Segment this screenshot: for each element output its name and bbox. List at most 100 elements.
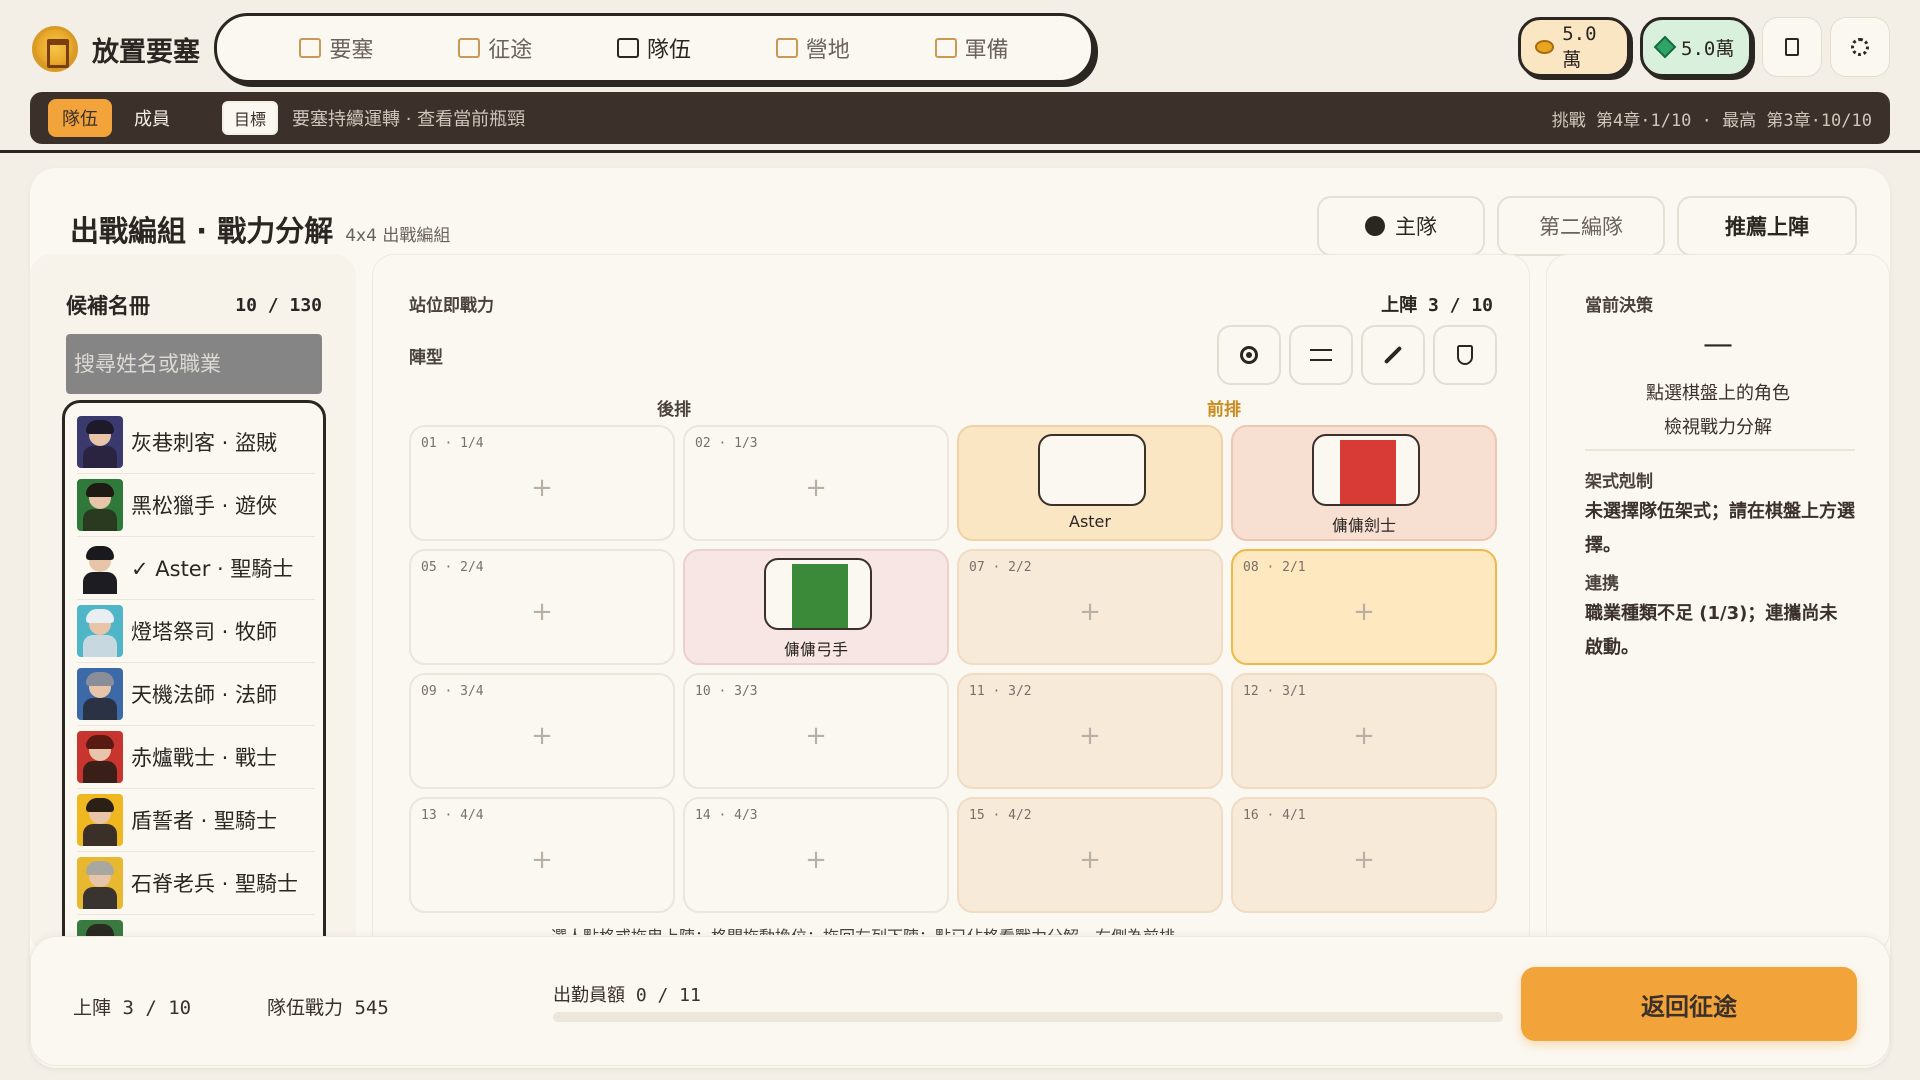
stance-wind-button[interactable] <box>1289 325 1353 385</box>
candidate-list[interactable]: 灰巷刺客 · 盜賊黑松獵手 · 遊俠 ✓ Aster · 聖騎士 燈塔祭司 · 牧師… <box>62 400 326 960</box>
unit-portrait <box>1038 434 1146 506</box>
candidate-item[interactable]: 黑松獵手 · 遊俠 <box>77 474 315 537</box>
settings-button[interactable] <box>1830 17 1890 77</box>
cell-id: 11 · 3/2 <box>969 684 1032 699</box>
formation-cell[interactable]: 13 · 4/4 + <box>409 797 675 913</box>
decision-panel: 當前決策 — 點選棋盤上的角色 檢視戰力分解 架式剋制 未選擇隊伍架式；請在棋盤… <box>1546 254 1890 954</box>
formation-cell[interactable]: 10 · 3/3 + <box>683 673 949 789</box>
team-power: 隊伍戰力 545 <box>267 997 389 1019</box>
add-icon: + <box>531 721 553 751</box>
gold-resource[interactable]: 5.0萬 <box>1518 17 1630 77</box>
candidate-name: ✓ Aster · 聖騎士 <box>131 557 294 581</box>
candidate-name: 黑松獵手 · 遊俠 <box>131 494 278 518</box>
formation-cell[interactable]: 07 · 2/2 + <box>957 549 1223 665</box>
counter-label: 架式剋制 <box>1585 472 1653 492</box>
codex-button[interactable] <box>1762 17 1822 77</box>
candidate-item[interactable]: 天機法師 · 法師 <box>77 663 315 726</box>
formation-board-panel: 站位即戰力 上陣 3 / 10 陣型 後排 前排 01 · 1/4 +02 · 1… <box>372 254 1530 954</box>
nav-item-camp[interactable]: 營地 <box>775 32 850 64</box>
candidate-item[interactable]: 燈塔祭司 · 牧師 <box>77 600 315 663</box>
main-nav: 要塞 征途 隊伍 營地 軍備 <box>214 13 1094 83</box>
tab-team[interactable]: 隊伍 <box>48 99 112 137</box>
cell-id: 09 · 3/4 <box>421 684 484 699</box>
divider <box>0 150 1920 153</box>
formation-cell[interactable]: 05 · 2/4 + <box>409 549 675 665</box>
add-icon: + <box>805 473 827 503</box>
cell-id: 14 · 4/3 <box>695 808 758 823</box>
formation-cell[interactable]: 11 · 3/2 + <box>957 673 1223 789</box>
decision-hint-2: 檢視戰力分解 <box>1664 417 1772 438</box>
avatar <box>77 605 123 657</box>
nav-item-team[interactable]: 隊伍 <box>616 32 691 64</box>
formation-cell[interactable]: 傭傭弓手 <box>683 549 949 665</box>
formation-cell[interactable]: 12 · 3/1 + <box>1231 673 1497 789</box>
formation-cell[interactable]: Aster <box>957 425 1223 541</box>
nav-item-armory[interactable]: 軍備 <box>934 32 1009 64</box>
stance-sword-button[interactable] <box>1361 325 1425 385</box>
recommend-deploy-button[interactable]: 推薦上陣 <box>1677 196 1857 256</box>
cell-id: 07 · 2/2 <box>969 560 1032 575</box>
main-team-button[interactable]: 主隊 <box>1317 196 1485 256</box>
return-route-button[interactable]: 返回征途 <box>1521 967 1857 1041</box>
candidate-item[interactable]: 赤爐戰士 · 戰士 <box>77 726 315 789</box>
nav-item-fortress[interactable]: 要塞 <box>299 32 373 64</box>
recommend-label: 推薦上陣 <box>1725 215 1809 239</box>
search-input[interactable] <box>66 334 322 394</box>
candidate-title: 候補名冊 <box>66 294 150 318</box>
formation-cell[interactable]: 14 · 4/3 + <box>683 797 949 913</box>
candidate-panel: 候補名冊 10 / 130 灰巷刺客 · 盜賊黑松獵手 · 遊俠 ✓ Aster … <box>30 254 356 960</box>
nav-item-route[interactable]: 征途 <box>458 32 532 64</box>
front-row-label: 前排 <box>1207 400 1241 420</box>
wind-icon <box>1310 349 1332 361</box>
unit-name: 傭傭弓手 <box>783 640 848 659</box>
add-icon: + <box>531 597 553 627</box>
avatar <box>77 731 123 783</box>
shield-icon <box>1457 345 1473 365</box>
formation-cell[interactable]: 01 · 1/4 + <box>409 425 675 541</box>
top-bar: 放置要塞 要塞 征途 隊伍 營地 軍備 5.0萬 5.0萬 <box>0 0 1920 90</box>
candidate-item[interactable]: 石脊老兵 · 聖騎士 <box>77 852 315 915</box>
app-name: 放置要塞 <box>92 36 200 68</box>
candidate-item[interactable]: 盾誓者 · 聖騎士 <box>77 789 315 852</box>
second-team-button[interactable]: 第二編隊 <box>1497 196 1665 256</box>
add-icon: + <box>1353 845 1375 875</box>
candidate-item[interactable]: 灰巷刺客 · 盜賊 <box>77 411 315 474</box>
formation-cell[interactable]: 16 · 4/1 + <box>1231 797 1497 913</box>
candidate-item[interactable]: ✓ Aster · 聖騎士 <box>77 537 315 600</box>
counter-text: 未選擇隊伍架式；請在棋盤上方選擇。 <box>1585 501 1855 556</box>
cell-id: 16 · 4/1 <box>1243 808 1306 823</box>
formation-cell[interactable]: 傭傭劍士 <box>1231 425 1497 541</box>
cell-id: 05 · 2/4 <box>421 560 484 575</box>
gold-coin-icon <box>1535 40 1555 54</box>
formation-cell[interactable]: 02 · 1/3 + <box>683 425 949 541</box>
stance-shield-button[interactable] <box>1433 325 1497 385</box>
stance-target-button[interactable] <box>1217 325 1281 385</box>
tab-members[interactable]: 成員 <box>120 99 184 137</box>
candidate-name: 燈塔祭司 · 牧師 <box>131 620 278 644</box>
formation-cell[interactable]: 15 · 4/2 + <box>957 797 1223 913</box>
avatar <box>77 857 123 909</box>
formation-cell[interactable]: 08 · 2/1 + <box>1231 549 1497 665</box>
add-icon: + <box>1353 597 1375 627</box>
avatar <box>77 668 123 720</box>
nav-label: 軍備 <box>964 38 1009 63</box>
decision-title: 當前決策 <box>1585 296 1653 316</box>
synergy-label: 連携 <box>1585 574 1619 594</box>
gear-icon <box>1851 38 1869 56</box>
page-title: 出戰編組 · 戰力分解 4x4 出戰編組 <box>70 208 450 250</box>
gem-resource[interactable]: 5.0萬 <box>1640 17 1752 77</box>
formation-cell[interactable]: 09 · 3/4 + <box>409 673 675 789</box>
sub-bar: 隊伍 成員 目標 要塞持續運轉 · 查看當前瓶頸 挑戰 第4章·1/10 · 最… <box>30 92 1890 144</box>
second-team-label: 第二編隊 <box>1539 215 1623 239</box>
cell-id: 15 · 4/2 <box>969 808 1032 823</box>
add-icon: + <box>1079 845 1101 875</box>
cell-id: 12 · 3/1 <box>1243 684 1306 699</box>
avatar <box>77 542 123 594</box>
goal-text: 要塞持續運轉 · 查看當前瓶頸 <box>292 109 526 130</box>
nav-label: 要塞 <box>329 38 374 63</box>
deployed-count: 上陣 3 / 10 <box>1381 295 1493 316</box>
nav-label: 征途 <box>488 38 533 63</box>
gem-icon <box>1653 35 1677 59</box>
candidate-header: 候補名冊 10 / 130 <box>66 290 322 320</box>
add-icon: + <box>1079 721 1101 751</box>
